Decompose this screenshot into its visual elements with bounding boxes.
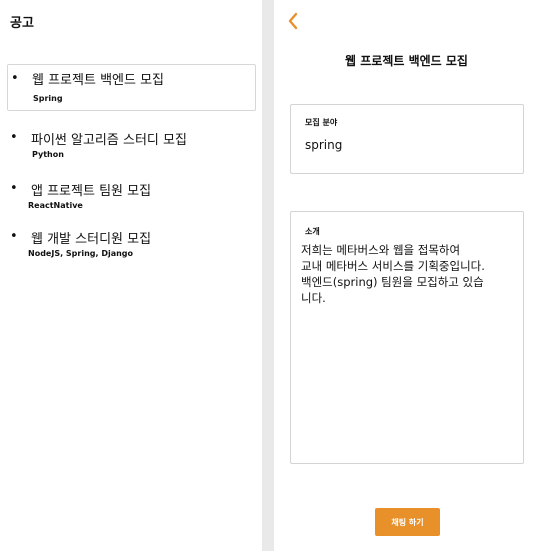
- post-detail-pane: 웹 프로젝트 백엔드 모집 모집 분야 spring 소개 저희는 메타버스와 …: [274, 0, 539, 551]
- pane-divider: [262, 0, 274, 551]
- intro-label: 소개: [305, 227, 320, 236]
- post-tags: Spring: [33, 94, 63, 103]
- detail-title: 웹 프로젝트 백엔드 모집: [345, 54, 468, 68]
- post-item-web-backend[interactable]: • 웹 프로젝트 백엔드 모집 Spring: [7, 64, 256, 111]
- bullet: •: [10, 130, 18, 145]
- post-list-pane: 공고 • 웹 프로젝트 백엔드 모집 Spring • 파이썬 알고리즘 스터디…: [0, 0, 262, 551]
- bullet: •: [10, 229, 18, 244]
- post-item-web-study[interactable]: • 웹 개발 스터디원 모집 NodeJS, Spring, Django: [7, 228, 256, 262]
- bullet: •: [10, 181, 18, 196]
- intro-box: 소개 저희는 메타버스와 웹을 접목하여 교내 메타버스 서비스를 기획중입니다…: [290, 211, 524, 464]
- post-title: 앱 프로젝트 팀원 모집: [31, 184, 152, 199]
- post-tags: Python: [32, 150, 64, 159]
- post-tags: NodeJS, Spring, Django: [28, 249, 134, 258]
- chevron-left-icon[interactable]: [286, 11, 300, 31]
- post-title: 파이썬 알고리즘 스터디 모집: [31, 133, 187, 148]
- recruit-field-label: 모집 분야: [305, 118, 338, 127]
- post-tags: ReactNative: [28, 201, 83, 210]
- recruit-field-value: spring: [305, 138, 343, 152]
- post-item-python-study[interactable]: • 파이썬 알고리즘 스터디 모집 Python: [7, 129, 256, 163]
- post-item-app-project[interactable]: • 앱 프로젝트 팀원 모집 ReactNative: [7, 180, 256, 214]
- post-list-title: 공고: [10, 16, 34, 31]
- post-title: 웹 개발 스터디원 모집: [31, 232, 152, 247]
- post-title: 웹 프로젝트 백엔드 모집: [32, 73, 164, 88]
- bullet: •: [11, 71, 19, 86]
- recruit-field-box: 모집 분야 spring: [290, 104, 524, 174]
- chat-button[interactable]: 채팅 하기: [375, 508, 440, 536]
- intro-text: 저희는 메타버스와 웹을 접목하여 교내 메타버스 서비스를 기획중입니다. 백…: [301, 243, 485, 305]
